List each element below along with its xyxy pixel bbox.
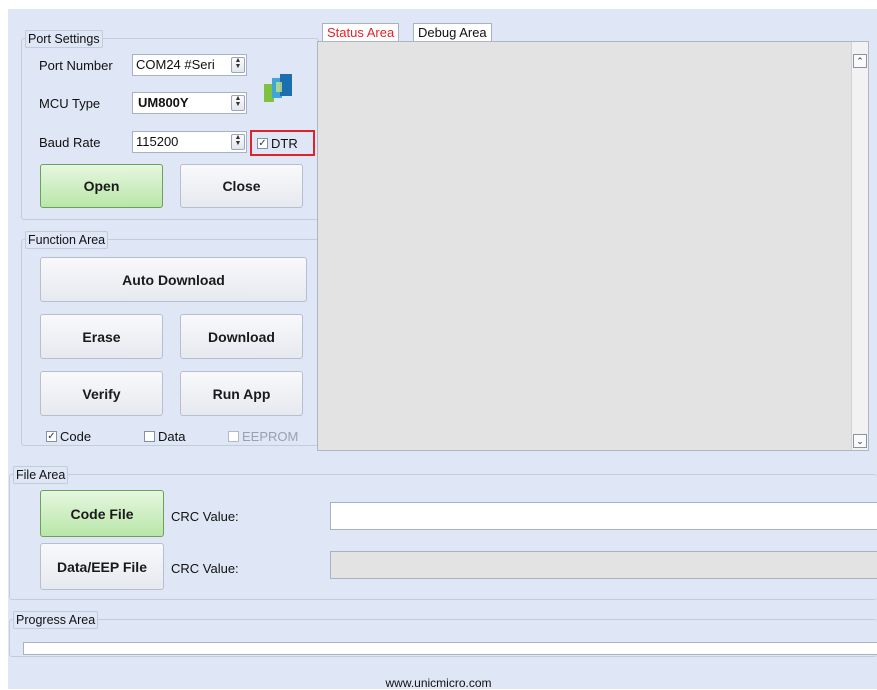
- download-button[interactable]: Download: [180, 314, 303, 359]
- code-checkbox[interactable]: ✓ Code: [46, 429, 91, 444]
- data-crc-field: [330, 551, 877, 579]
- mcu-type-value: UM800Y: [138, 95, 189, 110]
- verify-button[interactable]: Verify: [40, 371, 163, 416]
- code-file-button[interactable]: Code File: [40, 490, 164, 537]
- spin-arrows-icon[interactable]: ▲ ▼: [231, 134, 245, 150]
- mcu-type-label: MCU Type: [39, 96, 101, 111]
- mcu-type-select[interactable]: UM800Y ▲ ▼: [132, 92, 247, 114]
- checkbox-icon: [228, 431, 239, 442]
- port-number-value: COM24 #Seri: [136, 57, 215, 72]
- code-crc-field: [330, 502, 877, 530]
- footer-website: www.unicmicro.com: [385, 676, 492, 690]
- scroll-up-icon[interactable]: ⌃: [853, 54, 867, 68]
- data-label: Data: [158, 429, 186, 444]
- erase-button[interactable]: Erase: [40, 314, 163, 359]
- baud-rate-label: Baud Rate: [39, 135, 101, 150]
- open-button[interactable]: Open: [40, 164, 163, 208]
- data-checkbox[interactable]: Data: [144, 429, 185, 444]
- spin-arrows-icon[interactable]: ▲ ▼: [231, 57, 245, 73]
- eeprom-checkbox: EEPROM: [228, 429, 298, 444]
- crc-value-label-data: CRC Value:: [171, 561, 239, 576]
- status-area-panel: ⌃ ⌄: [317, 41, 869, 451]
- close-button[interactable]: Close: [180, 164, 303, 208]
- progress-bar: [23, 642, 877, 655]
- checkbox-icon: [144, 431, 155, 442]
- port-number-select[interactable]: COM24 #Seri ▲ ▼: [132, 54, 247, 76]
- port-number-label: Port Number: [39, 58, 113, 73]
- tab-debug-area[interactable]: Debug Area: [413, 23, 492, 42]
- checkbox-icon: ✓: [257, 138, 268, 149]
- function-area-title: Function Area: [25, 231, 109, 249]
- file-area-title: File Area: [13, 466, 69, 484]
- checkbox-icon: ✓: [46, 431, 57, 442]
- baud-rate-value: 115200: [136, 134, 179, 149]
- spin-arrows-icon[interactable]: ▲ ▼: [231, 95, 245, 111]
- port-settings-title: Port Settings: [25, 30, 103, 48]
- progress-area-title: Progress Area: [13, 611, 99, 629]
- dtr-label: DTR: [271, 136, 298, 151]
- scroll-down-icon[interactable]: ⌄: [853, 434, 867, 448]
- run-app-button[interactable]: Run App: [180, 371, 303, 416]
- auto-download-button[interactable]: Auto Download: [40, 257, 307, 302]
- status-scrollbar[interactable]: ⌃ ⌄: [851, 42, 868, 450]
- eeprom-label: EEPROM: [242, 429, 299, 444]
- baud-rate-select[interactable]: 115200 ▲ ▼: [132, 131, 247, 153]
- app-logo-icon: [262, 70, 298, 106]
- dtr-checkbox[interactable]: ✓ DTR: [257, 136, 298, 151]
- code-label: Code: [60, 429, 92, 444]
- data-eep-file-button[interactable]: Data/EEP File: [40, 543, 164, 590]
- tab-status-area[interactable]: Status Area: [322, 23, 400, 42]
- crc-value-label-code: CRC Value:: [171, 509, 239, 524]
